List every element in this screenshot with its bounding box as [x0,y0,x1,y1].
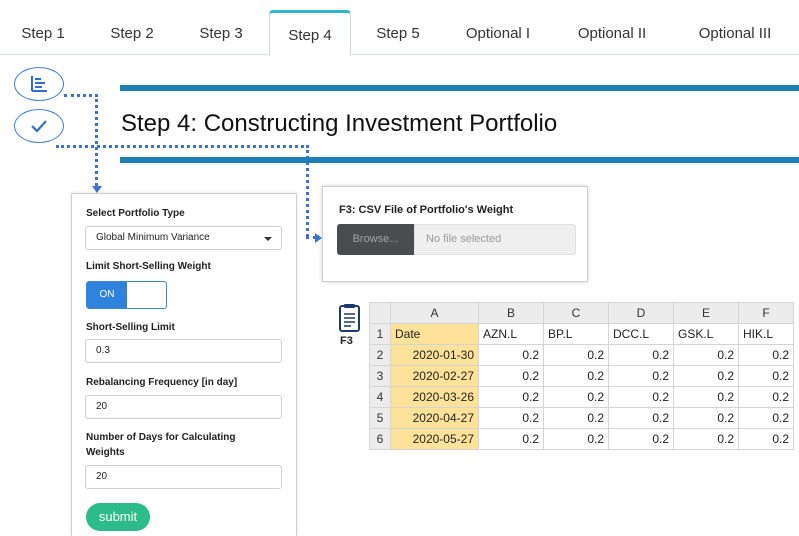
bar-chart-glyph [31,76,47,92]
title-rule-top [120,85,799,91]
table-cell: 0.2 [543,365,609,387]
connector-line [56,145,309,148]
row-number: 5 [369,407,391,429]
browse-button[interactable]: Browse... [337,224,414,255]
table-cell: HIK.L [738,323,794,345]
tab-optional-1[interactable]: Optional I [450,12,546,55]
column-header: B [478,302,544,324]
table-cell: 0.2 [738,407,794,429]
table-row: 6 2020-05-27 0.2 0.2 0.2 0.2 0.2 [369,428,794,450]
table-cell: BP.L [543,323,609,345]
table-cell: 0.2 [543,407,609,429]
table-row: 2 2020-01-30 0.2 0.2 0.2 0.2 0.2 [369,344,794,366]
table-cell: 0.2 [543,428,609,450]
bar-chart-icon[interactable] [14,67,64,101]
table-cell: 0.2 [673,365,739,387]
tab-optional-3[interactable]: Optional III [680,12,790,55]
checkmark-glyph [31,120,47,133]
table-cell: 0.2 [608,344,674,366]
table-cell: 0.2 [478,386,544,408]
table-cell: 0.2 [738,344,794,366]
row-number: 1 [369,323,391,345]
days-input[interactable]: 20 [85,465,282,489]
table-cell: 0.2 [608,386,674,408]
csv-preview-table: A B C D E F 1 Date AZN.L BP.L DCC.L GSK.… [369,302,794,450]
portfolio-settings-panel: Select Portfolio Type Global Minimum Var… [71,193,297,536]
tab-step-2[interactable]: Step 2 [92,12,172,55]
rebalancing-input[interactable]: 20 [85,395,282,419]
table-cell: 0.2 [608,407,674,429]
table-cell: 2020-04-27 [390,407,479,429]
table-cell: 0.2 [543,344,609,366]
table-cell: 2020-05-27 [390,428,479,450]
table-cell: 0.2 [478,428,544,450]
table-cell: 0.2 [738,386,794,408]
sheet-icon-label: F3 [340,335,353,347]
tab-step-4[interactable]: Step 4 [269,10,351,56]
table-cell: 2020-02-27 [390,365,479,387]
portfolio-type-label: Select Portfolio Type [86,208,185,219]
checkmark-icon[interactable] [14,109,64,143]
table-cell: Date [390,323,479,345]
table-row: 5 2020-04-27 0.2 0.2 0.2 0.2 0.2 [369,407,794,429]
table-cell: AZN.L [478,323,544,345]
table-cell: 0.2 [608,365,674,387]
column-header: C [543,302,609,324]
row-number: 4 [369,386,391,408]
column-header: E [673,302,739,324]
short-limit-label: Short-Selling Limit [86,322,175,333]
table-row: 3 2020-02-27 0.2 0.2 0.2 0.2 0.2 [369,365,794,387]
arrow-down-icon [92,186,102,193]
table-cell: 0.2 [543,386,609,408]
rebalancing-label: Rebalancing Frequency [in day] [86,377,238,388]
table-cell: 0.2 [478,344,544,366]
table-row: 4 2020-03-26 0.2 0.2 0.2 0.2 0.2 [369,386,794,408]
row-number: 3 [369,365,391,387]
table-cell: 0.2 [478,365,544,387]
table-cell: GSK.L [673,323,739,345]
tab-step-5[interactable]: Step 5 [358,12,438,55]
portfolio-type-select[interactable]: Global Minimum Variance [85,226,282,250]
connector-line [64,94,98,97]
table-cell: DCC.L [608,323,674,345]
limit-short-toggle[interactable]: ON [86,281,167,309]
column-header-row: A B C D E F [369,302,794,324]
connector-line [95,94,98,186]
chevron-down-icon [264,237,272,241]
upload-label: F3: CSV File of Portfolio's Weight [339,204,514,216]
submit-button[interactable]: submit [86,503,150,531]
short-limit-input[interactable]: 0.3 [85,339,282,363]
spreadsheet-file-icon [339,304,360,332]
table-cell: 0.2 [673,428,739,450]
column-header: D [608,302,674,324]
tab-optional-2[interactable]: Optional II [562,12,662,55]
table-cell: 2020-03-26 [390,386,479,408]
table-cell: 0.2 [608,428,674,450]
upload-card: F3: CSV File of Portfolio's Weight Brows… [322,186,588,282]
title-rule-bottom [120,157,799,163]
toggle-on-label: ON [87,282,127,308]
tab-step-3[interactable]: Step 3 [181,12,261,55]
table-row: 1 Date AZN.L BP.L DCC.L GSK.L HIK.L [369,323,794,345]
portfolio-type-value: Global Minimum Variance [96,232,210,243]
table-cell: 0.2 [673,386,739,408]
table-cell: 0.2 [673,344,739,366]
days-label: Number of Days for Calculating Weights [86,432,236,458]
table-cell: 0.2 [673,407,739,429]
table-cell: 2020-01-30 [390,344,479,366]
arrow-right-icon [315,233,322,243]
limit-short-label: Limit Short-Selling Weight [86,261,211,272]
tab-bar: Step 1 Step 2 Step 3 Step 4 Step 5 Optio… [0,0,799,56]
column-header: F [738,302,794,324]
page-title: Step 4: Constructing Investment Portfoli… [121,110,558,137]
row-number: 2 [369,344,391,366]
table-cell: 0.2 [738,428,794,450]
tab-step-1[interactable]: Step 1 [4,12,82,55]
table-cell: 0.2 [478,407,544,429]
column-header: A [390,302,479,324]
file-name-field[interactable]: No file selected [414,224,576,255]
table-cell: 0.2 [738,365,794,387]
corner-cell [369,302,391,324]
row-number: 6 [369,428,391,450]
